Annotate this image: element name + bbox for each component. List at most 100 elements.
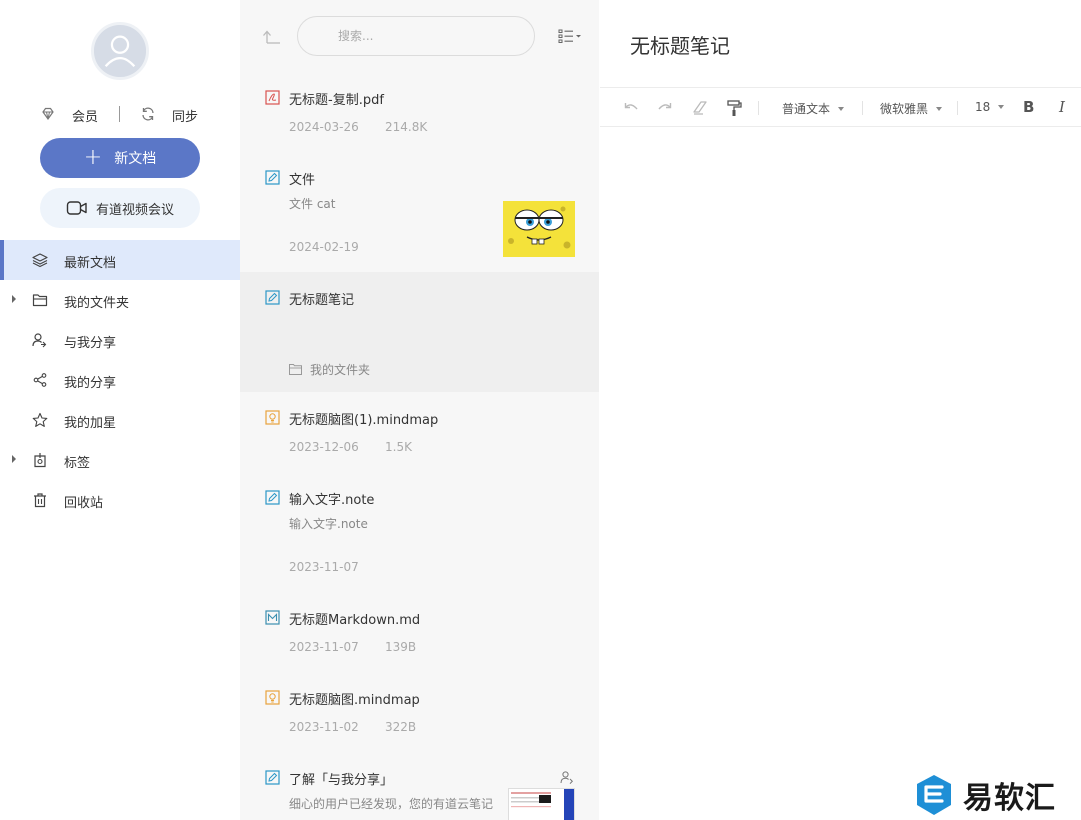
- font-family-value: 微软雅黑: [880, 102, 929, 116]
- note-file-icon: [265, 290, 280, 305]
- star-icon: [32, 412, 48, 427]
- sidebar-item-label: 与我分享: [64, 336, 117, 351]
- font-family-select[interactable]: 微软雅黑: [880, 100, 943, 117]
- sidebar-nav: 最新文档 我的文件夹 与我分享 我的分享 我的加星 标签 回收站: [0, 240, 240, 520]
- sidebar-item-trash[interactable]: 回收站: [0, 480, 240, 520]
- list-view-toggle-icon[interactable]: [558, 28, 582, 44]
- paragraph-style-value: 普通文本: [782, 102, 831, 116]
- file-item[interactable]: 无标题脑图(1).mindmap 2023-12-06 1.5K: [240, 400, 599, 480]
- sidebar: 会员 同步 + 新文档 有道视频会议 最新文档 我的文件夹 与我分享 我的分享 …: [0, 0, 240, 820]
- sidebar-item-label: 回收站: [64, 496, 104, 511]
- divider: [119, 106, 120, 122]
- sidebar-item-label: 我的分享: [64, 376, 117, 391]
- spongebob-thumbnail-image: [503, 201, 575, 257]
- file-item[interactable]: 输入文字.note 输入文字.note 2023-11-07: [240, 480, 599, 600]
- file-date: 2023-11-07: [289, 640, 359, 654]
- file-date: 2023-11-02: [289, 720, 359, 734]
- sync-link[interactable]: 同步: [172, 106, 198, 125]
- file-preview-text: 文件 cat: [289, 197, 336, 211]
- format-painter-icon[interactable]: [725, 99, 743, 117]
- toolbar-divider: [758, 101, 759, 115]
- file-folder-location: 我的文件夹: [289, 361, 370, 378]
- toolbar-divider: [862, 101, 863, 115]
- file-preview-text: 细心的用户已经发现，您的有道云笔记: [289, 797, 494, 811]
- file-item[interactable]: 无标题-复制.pdf 2024-03-26 214.8K: [240, 80, 599, 160]
- redo-icon[interactable]: [656, 99, 674, 117]
- file-name: 无标题脑图.mindmap: [289, 693, 420, 708]
- note-file-icon: [265, 170, 280, 185]
- eraser-icon[interactable]: [691, 99, 709, 117]
- go-up-icon[interactable]: [262, 28, 282, 46]
- folder-name: 我的文件夹: [310, 363, 371, 377]
- share-icon: [33, 373, 47, 387]
- site-watermark: 易软汇: [913, 772, 1078, 818]
- note-file-icon: [265, 490, 280, 505]
- document-title[interactable]: 无标题笔记: [630, 30, 730, 59]
- layers-icon: [32, 253, 48, 268]
- expand-caret-icon[interactable]: [12, 295, 16, 303]
- expand-caret-icon[interactable]: [12, 455, 16, 463]
- file-name: 输入文字.note: [289, 493, 375, 508]
- chevron-down-icon: [998, 105, 1005, 109]
- font-size-select[interactable]: 18: [975, 100, 1005, 114]
- paragraph-style-select[interactable]: 普通文本: [782, 100, 845, 117]
- toolbar-divider: [957, 101, 958, 115]
- sidebar-item-label: 最新文档: [64, 256, 117, 271]
- file-date: 2023-12-06: [289, 440, 359, 454]
- vip-link[interactable]: 会员: [72, 106, 98, 125]
- file-date: 2023-11-07: [289, 560, 359, 574]
- undo-icon[interactable]: [622, 99, 640, 117]
- diamond-icon[interactable]: [40, 106, 56, 122]
- font-size-value: 18: [975, 100, 991, 114]
- chevron-down-icon: [838, 106, 845, 111]
- sidebar-item-shared-with-me[interactable]: 与我分享: [0, 320, 240, 360]
- file-preview-text: 输入文字.note: [289, 517, 368, 531]
- watermark-text: 易软汇: [963, 781, 1056, 816]
- sidebar-item-recent[interactable]: 最新文档: [0, 240, 240, 280]
- new-document-label: 新文档: [114, 151, 157, 167]
- file-list-pane: 无标题-复制.pdf 2024-03-26 214.8K 文件 文件 cat 2…: [240, 0, 599, 820]
- file-item-selected[interactable]: 无标题笔记 我的文件夹: [240, 272, 599, 392]
- sync-icon[interactable]: [140, 106, 156, 122]
- video-meeting-label: 有道视频会议: [95, 202, 174, 218]
- mindmap-file-icon: [265, 690, 280, 705]
- video-meeting-button[interactable]: 有道视频会议: [40, 188, 200, 228]
- file-size: 322B: [385, 720, 417, 734]
- italic-button[interactable]: I: [1059, 98, 1065, 116]
- file-name: 无标题脑图(1).mindmap: [289, 413, 439, 428]
- sidebar-item-starred[interactable]: 我的加星: [0, 400, 240, 440]
- file-date: 2024-02-19: [289, 240, 359, 254]
- tag-icon: [34, 453, 46, 468]
- file-item[interactable]: 文件 文件 cat 2024-02-19: [240, 160, 599, 272]
- file-name: 无标题-复制.pdf: [289, 93, 384, 108]
- user-avatar-icon: [94, 25, 146, 77]
- markdown-file-icon: [265, 610, 280, 625]
- file-name: 无标题笔记: [289, 293, 355, 308]
- file-size: 1.5K: [385, 440, 412, 454]
- trash-icon: [34, 493, 46, 508]
- file-size: 214.8K: [385, 120, 428, 134]
- folder-icon: [32, 294, 48, 307]
- shared-with-me-icon: [32, 333, 47, 348]
- file-item[interactable]: 了解「与我分享」 细心的用户已经发现，您的有道云笔记: [240, 760, 599, 820]
- sidebar-item-label: 标签: [64, 456, 91, 471]
- file-size: 139B: [385, 640, 417, 654]
- note-file-icon: [265, 770, 280, 785]
- screenshot-thumbnail-image: [509, 789, 574, 820]
- folder-icon: [289, 364, 302, 375]
- sidebar-item-label: 我的加星: [64, 416, 117, 431]
- sidebar-item-tags[interactable]: 标签: [0, 440, 240, 480]
- sidebar-item-my-shares[interactable]: 我的分享: [0, 360, 240, 400]
- file-item[interactable]: 无标题Markdown.md 2023-11-07 139B: [240, 600, 599, 680]
- plus-icon: +: [83, 145, 103, 170]
- mindmap-file-icon: [265, 410, 280, 425]
- bold-button[interactable]: B: [1023, 98, 1034, 116]
- file-thumbnail: [503, 201, 575, 257]
- sidebar-item-my-folders[interactable]: 我的文件夹: [0, 280, 240, 320]
- search-input[interactable]: [297, 16, 535, 56]
- new-document-button[interactable]: + 新文档: [40, 138, 200, 178]
- video-camera-icon: [66, 201, 87, 215]
- hexagon-logo-icon: [917, 775, 951, 815]
- avatar[interactable]: [91, 22, 149, 80]
- file-item[interactable]: 无标题脑图.mindmap 2023-11-02 322B: [240, 680, 599, 760]
